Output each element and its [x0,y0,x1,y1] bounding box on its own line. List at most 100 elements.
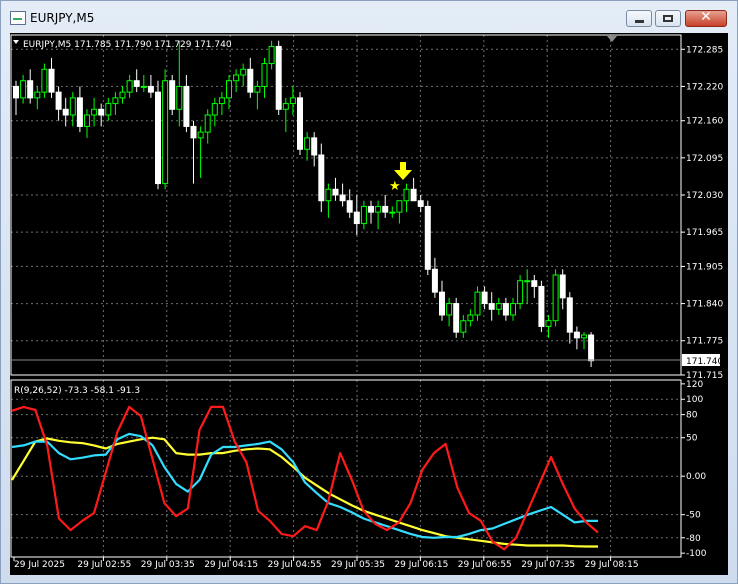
candle-body [559,274,566,299]
price-tick-label: 172.220 [686,82,723,92]
candle-body [147,85,154,93]
candle-body [588,334,595,362]
candle-body [27,80,34,99]
indicator-header: R(9,26,52) -73.3 -58.1 -91.3 [14,386,140,396]
price-tick-label: 171.775 [686,337,723,347]
candle-body [431,268,438,293]
candle-body [62,108,69,116]
candle-body [566,297,573,333]
title-bar[interactable]: EURJPY,M5 ✕ [1,1,737,33]
candle-body [289,97,296,105]
candle-body [382,205,389,213]
candle-body [545,320,552,327]
candle-body [304,137,311,150]
indicator-axis: 120 100 80 50 0.00 -50 -80 -100 [681,380,707,559]
time-tick-label: 29 Jul 07:35 [521,560,575,570]
candle-body [360,205,367,225]
candle-body [488,303,495,310]
minimize-button[interactable] [626,10,652,27]
maximize-button[interactable] [655,10,681,27]
indicator-tick-label: 50 [686,434,698,444]
candle-body [332,188,339,196]
candle-body [91,108,98,116]
price-tick-label: 172.095 [686,154,723,164]
chart-window: EURJPY,M5 ✕ 172.285 172.220 172.160 172.095… [0,0,738,584]
candle-body [41,68,48,93]
price-axis: 172.285 172.220 172.160 172.095 172.030 171.9… [681,45,723,381]
chart-window-icon [10,11,26,25]
candle-body [13,85,19,99]
candle-body [204,114,211,133]
candle-body [510,303,516,316]
candle-body [453,303,460,333]
candle-body [226,80,232,99]
time-tick-label: 29 Jul 04:15 [204,560,258,570]
indicator-tick-label: 120 [686,380,703,390]
candle-body [375,205,382,213]
candle-body [140,85,147,88]
candle-body [126,80,133,93]
indicator-line-cyan [11,432,598,539]
time-tick-label: 29 Jul 2025 [14,560,65,570]
candle-body [474,291,481,316]
price-tick-label: 171.905 [686,262,723,272]
candle-body [112,97,119,105]
candle-body [368,205,374,213]
candle-body [325,188,332,202]
candle-body [98,108,105,116]
candle-body [410,188,417,202]
indicator-tick-label: 80 [686,411,698,421]
window-title: EURJPY,M5 [30,11,95,25]
candle-body [517,280,524,305]
chart-area[interactable]: 172.285 172.220 172.160 172.095 172.030 171.9… [10,33,728,575]
indicator-tick-label: -80 [686,534,701,544]
candle-body [20,80,27,99]
candle-body [318,154,325,202]
candle-body [254,85,261,93]
price-tick-label: 172.285 [686,45,723,55]
candle-body [176,85,183,110]
indicator-tick-label: 0.00 [686,472,706,482]
price-tick-label: 171.965 [686,228,723,238]
time-tick-label: 29 Jul 05:35 [331,560,385,570]
time-tick-label: 29 Jul 08:15 [585,560,639,570]
candles-group [13,40,595,367]
indicator-lines [11,405,599,551]
candle-body [282,103,289,110]
candle-body [495,303,502,310]
candle-body [218,97,225,105]
close-icon: ✕ [700,9,712,25]
chart-menu-icon[interactable] [13,40,19,44]
maximize-icon [663,15,673,22]
close-button[interactable]: ✕ [685,9,727,27]
time-tick-label: 29 Jul 04:55 [268,560,322,570]
shift-marker-icon[interactable] [607,36,617,42]
star-icon: ★ [389,179,401,194]
candle-body [481,291,488,305]
candle-body [581,334,587,339]
time-tick-label: 29 Jul 06:15 [394,560,448,570]
price-tick-label: 172.030 [686,191,723,201]
candle-body [389,211,396,214]
candle-body [275,45,282,110]
indicator-tick-label: 100 [686,395,703,405]
indicator-tick-label: -100 [686,549,707,559]
candle-body [183,85,190,127]
chart-canvas[interactable]: 172.285 172.220 172.160 172.095 172.030 171.9… [10,33,728,575]
price-tick-label: 172.160 [686,117,723,127]
candle-body [396,200,403,213]
candle-body [311,137,318,156]
candle-body [467,314,474,322]
candle-body [197,131,204,139]
candle-body [84,114,90,127]
candle-body [69,97,76,116]
candle-body [105,103,112,116]
candle-body [240,68,247,76]
candle-body [261,63,268,87]
candle-body [538,285,545,327]
indicator-tick-label: -50 [686,511,701,521]
grid-lines [11,35,681,557]
candle-body [48,68,55,93]
candle-body [169,80,176,110]
candle-body [346,200,353,213]
